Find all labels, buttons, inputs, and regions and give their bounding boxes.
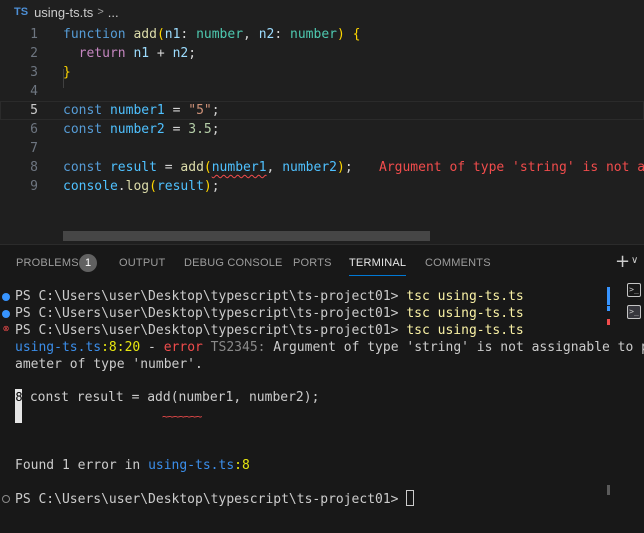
code-line: 1 function add(n1: number, n2: number) { <box>0 25 644 44</box>
terminal-summary-line: Found 1 error in using-ts.ts:8 <box>15 458 250 473</box>
function-name: add <box>133 27 157 42</box>
line-number: 5 <box>30 103 38 118</box>
line-number: 7 <box>30 141 38 156</box>
param: n2 <box>258 27 275 42</box>
identifier: result <box>109 160 157 175</box>
scrollbar-marker <box>607 306 610 311</box>
command-success-icon[interactable] <box>2 310 10 318</box>
keyword: const <box>63 122 103 137</box>
terminal-snippet-line: const result = add(number1, number2); <box>22 390 320 405</box>
scrollbar-error-marker <box>607 319 610 325</box>
terminal-icon[interactable]: >_ <box>627 283 641 297</box>
type-annotation: number <box>290 27 337 42</box>
keyword: const <box>63 103 103 118</box>
code-line: 3 } <box>0 63 644 82</box>
keyword: const <box>63 160 103 175</box>
code-line: 7 <box>0 139 644 158</box>
breadcrumb: TS using-ts.ts > ... <box>0 0 644 24</box>
identifier: number1 <box>109 103 165 118</box>
line-number: 9 <box>30 179 38 194</box>
horizontal-scrollbar[interactable] <box>63 231 430 241</box>
line-number: 8 <box>30 160 38 175</box>
terminal-prompt-line[interactable]: PS C:\Users\user\Desktop\typescript\ts-p… <box>15 490 415 507</box>
code-editor[interactable]: 1 function add(n1: number, n2: number) {… <box>0 24 644 244</box>
error-squiggle-arg[interactable]: number1 <box>212 160 267 175</box>
identifier: number2 <box>282 160 337 175</box>
line-number: 1 <box>30 27 38 42</box>
line-number: 4 <box>30 84 38 99</box>
code-line: 4 <box>0 82 644 101</box>
method-call: log <box>125 179 150 194</box>
command-success-icon[interactable] <box>2 293 10 301</box>
line-number: 2 <box>30 46 38 61</box>
line-number: 6 <box>30 122 38 137</box>
identifier: n2 <box>172 46 189 61</box>
identifier: result <box>156 179 204 194</box>
code-line-error: 8 const result = add(number1, number2); … <box>0 158 644 177</box>
gutter-line-box <box>15 406 22 423</box>
type-annotation: number <box>196 27 244 42</box>
terminal-cursor <box>406 490 415 506</box>
identifier: number2 <box>109 122 165 137</box>
inline-error-message: Argument of type 'string' is not a <box>379 160 644 175</box>
code-line: 6 const number2 = 3.5; <box>0 120 644 139</box>
terminal-output[interactable]: PS C:\Users\user\Desktop\typescript\ts-p… <box>0 245 644 533</box>
chevron-right-icon: > <box>97 6 104 18</box>
identifier: console <box>63 179 118 194</box>
terminal-icon-selected[interactable]: >_ <box>627 305 641 319</box>
code-line-current: 5 const number1 = "5"; <box>0 101 644 120</box>
terminal-error-line: ameter of type 'number'. <box>15 357 203 372</box>
breadcrumb-file[interactable]: using-ts.ts <box>34 5 93 20</box>
keyword: return <box>78 46 126 61</box>
command-error-icon[interactable]: ⊗ <box>2 325 10 333</box>
function-call: add <box>180 160 204 175</box>
terminal-line: PS C:\Users\user\Desktop\typescript\ts-p… <box>15 289 524 304</box>
scrollbar-marker <box>607 287 610 305</box>
keyword: function <box>63 27 126 42</box>
terminal-line: PS C:\Users\user\Desktop\typescript\ts-p… <box>15 306 524 321</box>
code-line: 2 return n1 + n2; <box>0 44 644 63</box>
line-number: 3 <box>30 65 38 80</box>
command-idle-icon[interactable] <box>2 495 10 503</box>
bottom-panel: PROBLEMS 1 OUTPUT DEBUG CONSOLE PORTS TE… <box>0 244 644 533</box>
param: n1 <box>164 27 181 42</box>
breadcrumb-ellipsis[interactable]: ... <box>108 5 119 20</box>
code-line: 9 console.log(result); <box>0 177 644 196</box>
error-squiggle: ~~~~~~~ <box>162 410 202 423</box>
typescript-file-icon: TS <box>14 6 29 18</box>
identifier: n1 <box>133 46 150 61</box>
terminal-error-line: using-ts.ts:8:20 - error TS2345: Argumen… <box>15 340 644 355</box>
terminal-line: PS C:\Users\user\Desktop\typescript\ts-p… <box>15 323 524 338</box>
scrollbar-marker <box>607 485 610 495</box>
number-literal: 3.5 <box>188 122 212 137</box>
string-literal: "5" <box>188 103 212 118</box>
